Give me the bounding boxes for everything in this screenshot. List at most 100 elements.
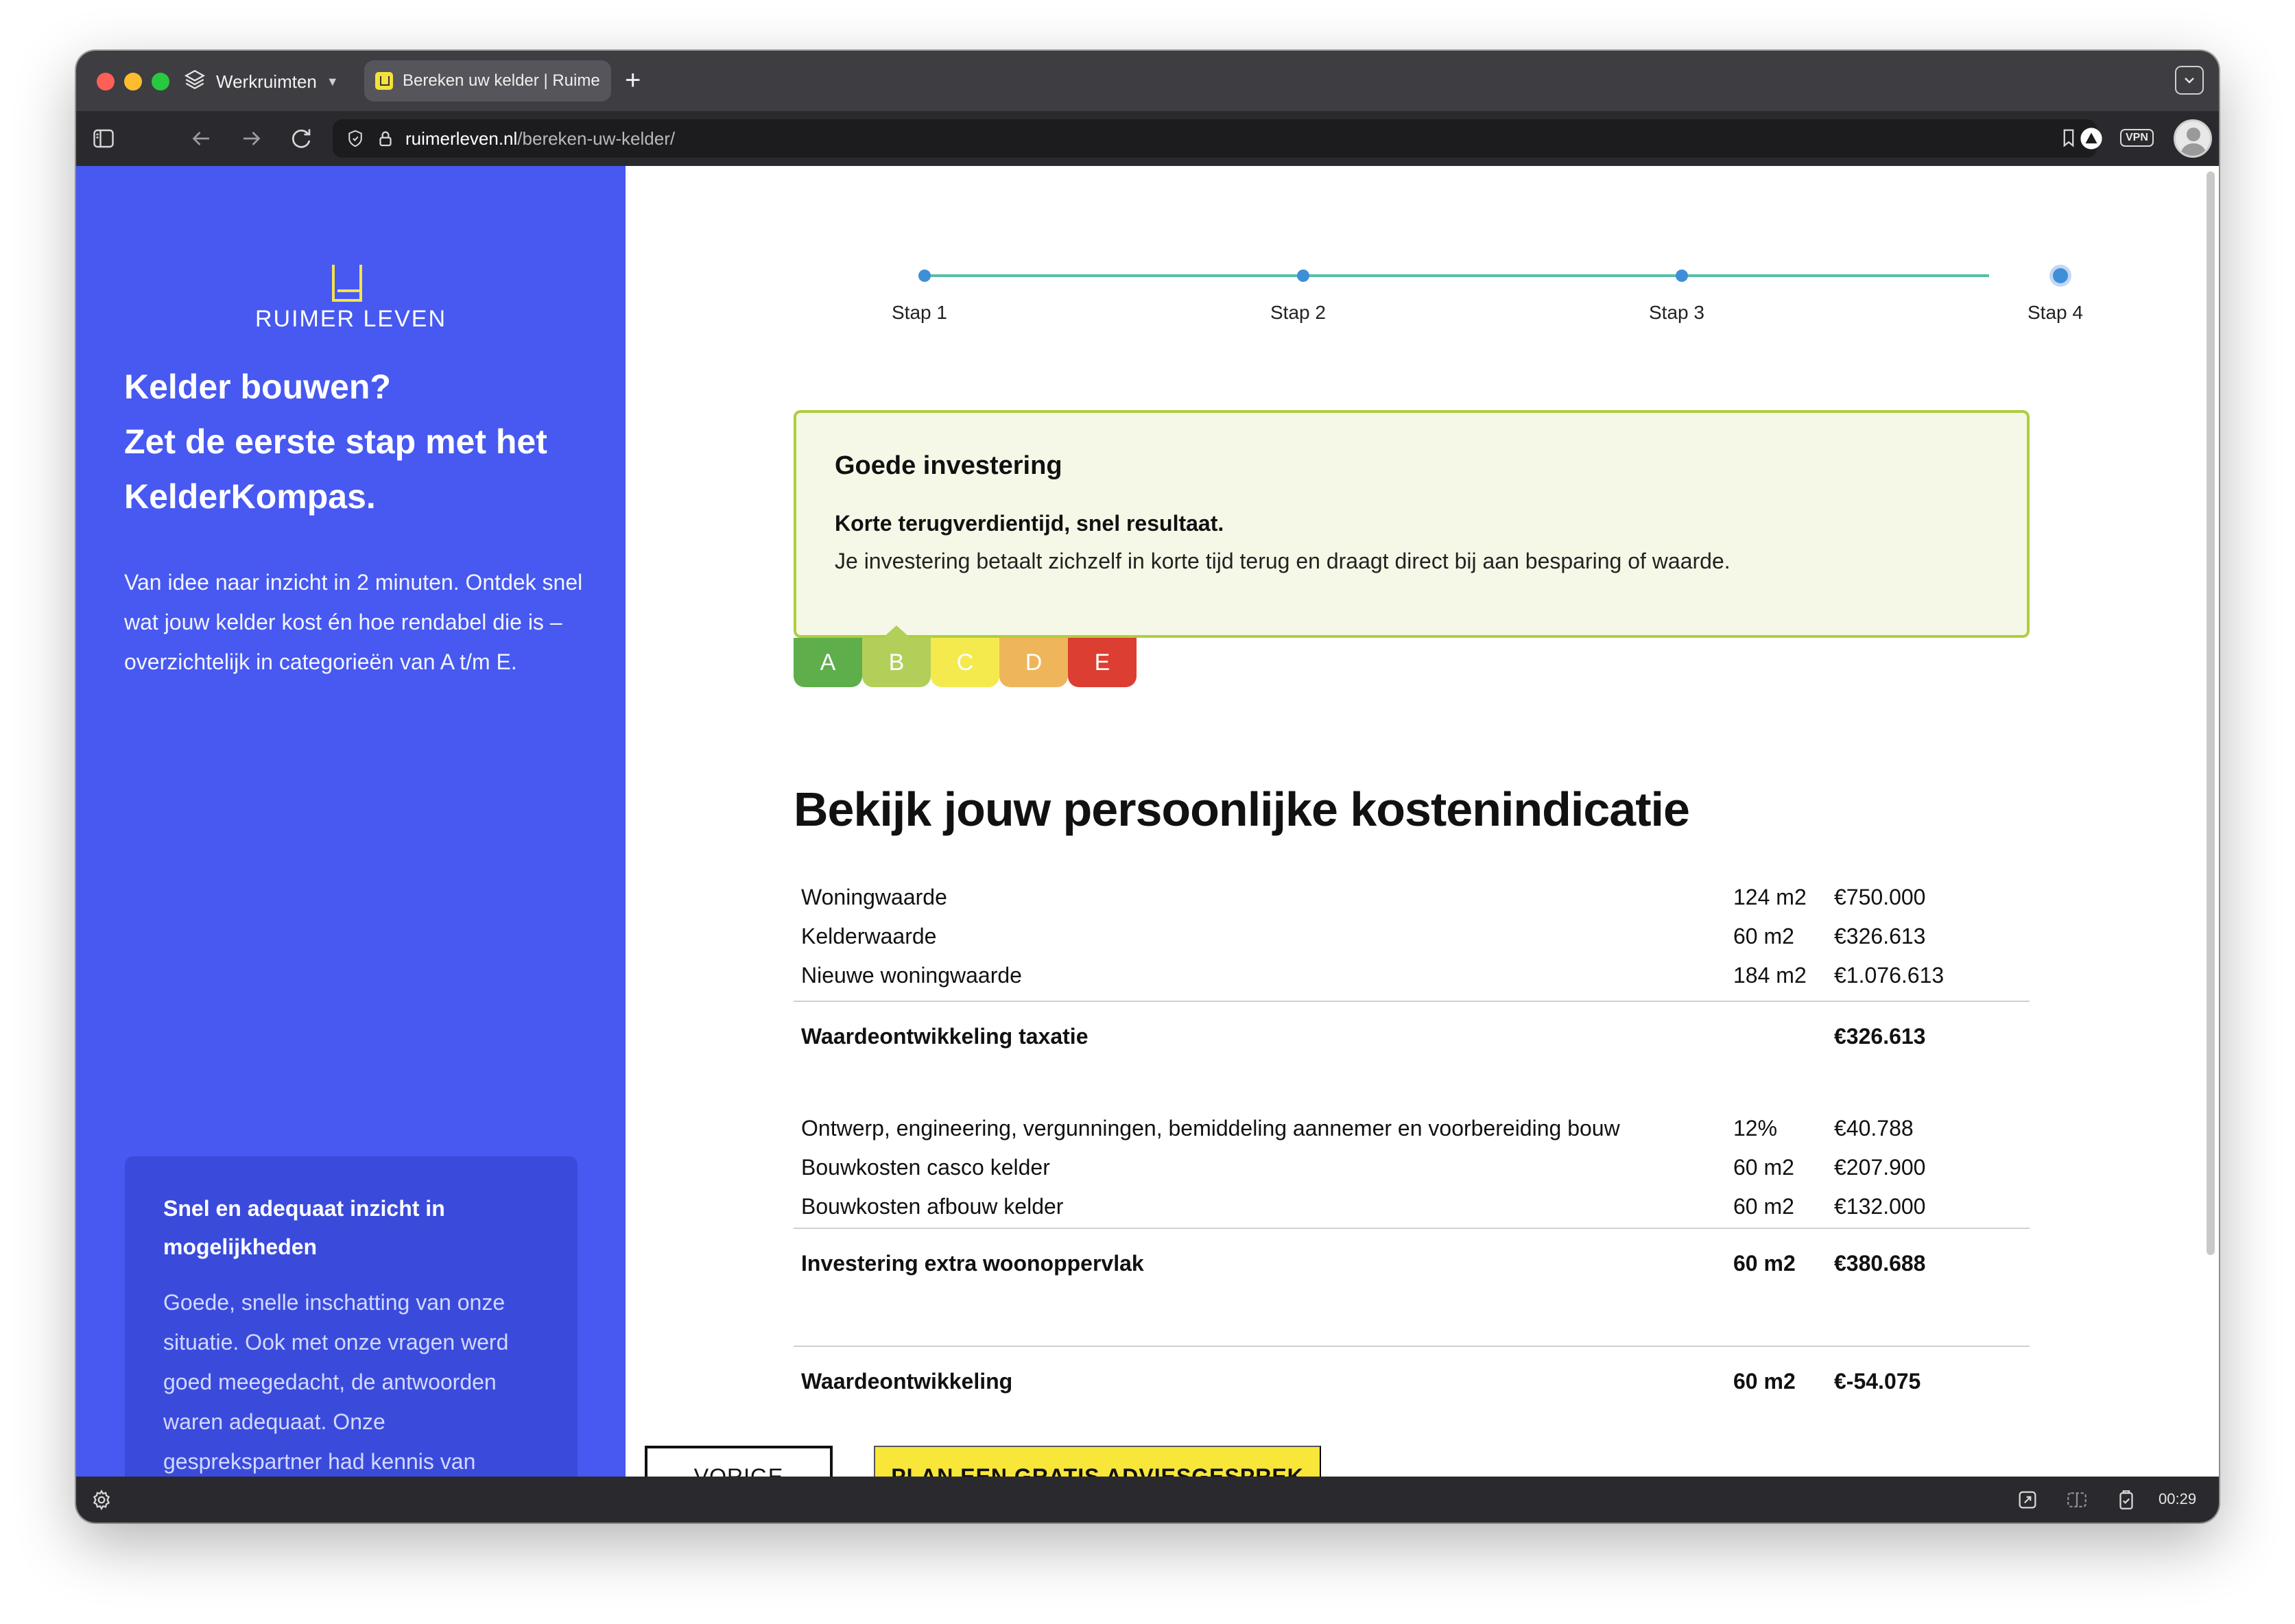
site-favicon-icon (375, 72, 393, 90)
row-quantity: 60 m2 (1733, 1369, 1796, 1394)
step-dot-2[interactable] (1297, 270, 1309, 282)
row-quantity: 12% (1733, 1116, 1778, 1141)
table-row-total: Waardeontwikkeling taxatie €326.613 (794, 1018, 2030, 1061)
step-label-1: Stap 1 (892, 302, 947, 323)
url-path: /bereken-uw-kelder/ (517, 128, 676, 149)
cost-title: Bekijk jouw persoonlijke kostenindicatie (794, 783, 1690, 836)
gear-icon (93, 1490, 110, 1510)
action-bar (626, 1425, 2219, 1477)
screenshot-button[interactable] (2016, 1488, 2039, 1512)
row-amount: €132.000 (1834, 1194, 1926, 1219)
vpn-button[interactable]: VPN (2120, 129, 2154, 147)
divider (794, 1346, 2030, 1347)
step-label-3: Stap 3 (1649, 302, 1704, 323)
row-amount: €750.000 (1834, 885, 1926, 909)
extension-button[interactable] (2079, 126, 2104, 151)
split-view-icon (2067, 1492, 2086, 1508)
ruimer-leven-logo-icon (332, 265, 362, 302)
clock: 00:29 (2159, 1490, 2197, 1507)
row-amount: €207.900 (1834, 1155, 1926, 1180)
minimize-window-button[interactable] (124, 73, 142, 91)
new-tab-button[interactable]: + (625, 63, 641, 97)
forward-button[interactable] (238, 125, 265, 152)
sidebar-intro: Van idee naar inzicht in 2 minuten. Ontd… (124, 570, 583, 674)
lock-icon (379, 131, 392, 147)
split-view-button[interactable] (2065, 1488, 2089, 1512)
back-button[interactable] (187, 125, 215, 152)
row-amount: €326.613 (1834, 1024, 1926, 1049)
divider (794, 1001, 2030, 1002)
row-label: Ontwerp, engineering, vergunningen, bemi… (801, 1116, 1620, 1141)
clipboard-icon (2119, 1490, 2133, 1509)
row-amount: €326.613 (1834, 924, 1926, 948)
sidebar: RUIMER LEVEN Kelder bouwen? Zet de eerst… (76, 166, 626, 1477)
step-label-2: Stap 2 (1270, 302, 1326, 323)
grade-b-active: B (862, 625, 931, 687)
tab-list-button[interactable] (2175, 66, 2204, 95)
navigation-toolbar: ruimerleven.nl/bereken-uw-kelder/ VPN (76, 111, 2219, 166)
url-host: ruimerleven.nl (405, 128, 518, 149)
step-dot-3[interactable] (1676, 270, 1688, 282)
arrow-right-icon (243, 132, 261, 145)
row-amount: €-54.075 (1834, 1369, 1921, 1394)
table-row: Bouwkosten casco kelder 60 m2 €207.900 (794, 1149, 2030, 1189)
shield-icon (348, 130, 362, 147)
bookmark-icon (2063, 129, 2074, 147)
rating-heading: Goede investering (835, 451, 1062, 480)
layers-icon (183, 68, 206, 96)
step-dot-4[interactable] (2053, 268, 2068, 283)
divider (794, 1228, 2030, 1229)
address-bar[interactable]: ruimerleven.nl/bereken-uw-kelder/ (333, 119, 2097, 158)
zoom-window-button[interactable] (152, 73, 169, 91)
reload-button[interactable] (287, 125, 315, 152)
tab-bar: Werkruimten ▼ Bereken uw kelder | Ruimer… (76, 51, 2219, 111)
row-amount: €380.688 (1834, 1251, 1926, 1276)
step-progress: Stap 1 Stap 2 Stap 3 Stap 4 (626, 166, 2219, 344)
row-quantity: 184 m2 (1733, 963, 1807, 988)
close-window-button[interactable] (97, 73, 115, 91)
table-row-total: Investering extra woonoppervlak 60 m2 €3… (794, 1245, 2030, 1288)
sidebar-toggle-button[interactable] (90, 125, 117, 152)
row-label: Nieuwe woningwaarde (801, 963, 1022, 988)
chevron-down-icon: ▼ (326, 74, 339, 88)
row-label: Kelderwaarde (801, 924, 937, 948)
browser-window: Werkruimten ▼ Bereken uw kelder | Ruimer… (76, 51, 2219, 1522)
step-label-4: Stap 4 (2028, 302, 2083, 323)
row-amount: €1.076.613 (1834, 963, 1945, 988)
table-row-final: Waardeontwikkeling 60 m2 €-54.075 (794, 1363, 2030, 1406)
investment-rating-box: Goede investering Korte terugverdientijd… (794, 410, 2030, 638)
grade-e: E (1068, 638, 1137, 687)
profile-avatar[interactable] (2174, 119, 2212, 158)
bookmark-button[interactable] (2058, 128, 2079, 153)
previous-button[interactable]: VORIGE (645, 1446, 833, 1477)
rating-description: Je investering betaalt zichzelf in korte… (835, 549, 1731, 573)
chevron-down-icon (2185, 77, 2194, 84)
grade-c: C (931, 638, 999, 687)
row-label: Bouwkosten afbouw kelder (801, 1194, 1064, 1219)
reload-icon (292, 129, 311, 148)
review-card: Snel en adequaat inzicht in mogelijkhede… (125, 1156, 578, 1477)
grade-scale: A B C D E (794, 625, 1137, 687)
settings-button[interactable] (90, 1488, 113, 1512)
tab-active[interactable]: Bereken uw kelder | Ruimer Leven (364, 60, 611, 102)
status-bar: 00:29 (76, 1477, 2219, 1522)
review-title: Snel en adequaat inzicht in mogelijkhede… (163, 1196, 445, 1259)
step-dot-1[interactable] (918, 270, 931, 282)
row-quantity: 60 m2 (1733, 1251, 1796, 1276)
cost-table: Woningwaarde 124 m2 €750.000 Kelderwaard… (794, 879, 2030, 1406)
workspaces-label: Werkruimten (216, 71, 317, 92)
tab-sync-button[interactable] (2115, 1488, 2138, 1512)
tab-title: Bereken uw kelder | Ruimer Leven (403, 71, 600, 90)
arrow-left-icon (192, 132, 209, 145)
plan-consultation-button[interactable]: PLAN EEN GRATIS ADVIESGESPREK (874, 1446, 1321, 1477)
row-quantity: 60 m2 (1733, 1155, 1794, 1180)
table-row: Ontwerp, engineering, vergunningen, bemi… (794, 1110, 2030, 1149)
triangle-extension-icon (2080, 128, 2102, 150)
table-row: Nieuwe woningwaarde 184 m2 €1.076.613 (794, 957, 2030, 996)
row-quantity: 60 m2 (1733, 924, 1794, 948)
workspaces-menu[interactable]: Werkruimten ▼ (183, 66, 339, 97)
logo-text: RUIMER LEVEN (254, 306, 447, 332)
sidebar-heading: Kelder bouwen? Zet de eerste stap met he… (124, 359, 591, 524)
row-label: Waardeontwikkeling taxatie (801, 1024, 1089, 1049)
main-content: Stap 1 Stap 2 Stap 3 Stap 4 Goede invest… (626, 166, 2219, 1477)
